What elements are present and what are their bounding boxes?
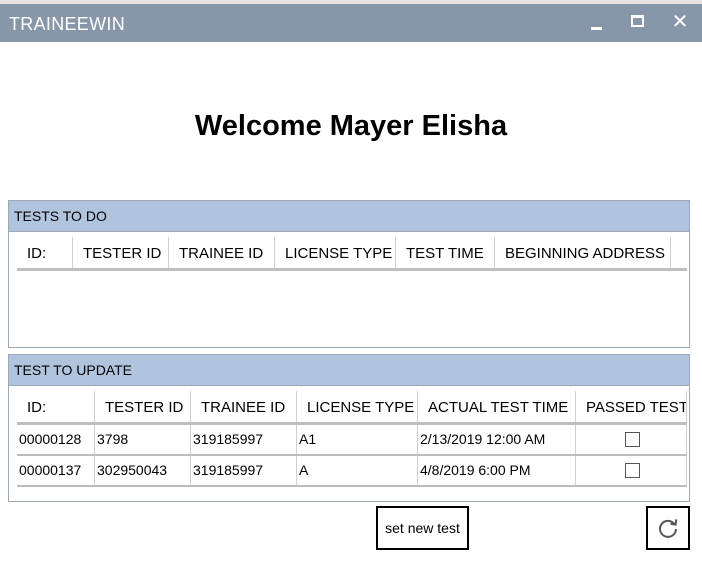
cell-license-type: A1	[297, 425, 418, 454]
table-row[interactable]: 00000128 3798 319185997 A1 2/13/2019 12:…	[17, 425, 687, 456]
passed-test-checkbox[interactable]	[624, 432, 640, 447]
tests-to-do-grid[interactable]: ID: TESTER ID TRAINEE ID LICENSE TYPE TE…	[17, 237, 687, 337]
tests-to-do-header: TESTS TO DO	[9, 201, 689, 232]
minimize-button[interactable]	[576, 4, 616, 42]
close-icon: ✕	[671, 9, 689, 33]
column-header-actual-test-time[interactable]: ACTUAL TEST TIME	[418, 391, 576, 422]
table-row[interactable]: 00000137 302950043 319185997 A 4/8/2019 …	[17, 456, 687, 487]
cell-license-type: A	[297, 456, 418, 485]
tests-to-do-panel: TESTS TO DO ID: TESTER ID TRAINEE ID LIC…	[8, 200, 690, 348]
column-header-id[interactable]: ID:	[17, 391, 95, 422]
maximize-icon	[630, 15, 644, 27]
cell-actual-test-time: 4/8/2019 6:00 PM	[418, 456, 576, 485]
maximize-button[interactable]	[617, 4, 657, 42]
test-to-update-header: TEST TO UPDATE	[9, 355, 689, 386]
cell-passed-test	[576, 425, 687, 454]
set-new-test-button[interactable]: set new test	[376, 506, 469, 550]
cell-id: 00000128	[17, 425, 95, 454]
column-header-tester-id[interactable]: TESTER ID	[73, 237, 169, 268]
cell-tester-id: 302950043	[95, 456, 191, 485]
title-bar: TRAINEEWIN ✕	[0, 4, 702, 42]
test-to-update-grid[interactable]: ID: TESTER ID TRAINEE ID LICENSE TYPE AC…	[17, 391, 687, 491]
column-header-passed-test[interactable]: PASSED TEST	[576, 391, 687, 422]
test-to-update-panel: TEST TO UPDATE ID: TESTER ID TRAINEE ID …	[8, 354, 690, 502]
test-to-update-column-headers: ID: TESTER ID TRAINEE ID LICENSE TYPE AC…	[17, 391, 687, 425]
close-button[interactable]: ✕	[660, 4, 700, 42]
column-header-license-type[interactable]: LICENSE TYPE	[275, 237, 396, 268]
column-header-license-type[interactable]: LICENSE TYPE	[297, 391, 418, 422]
cell-id: 00000137	[17, 456, 95, 485]
column-header-id[interactable]: ID:	[17, 237, 73, 268]
refresh-icon	[659, 519, 678, 538]
cell-passed-test	[576, 456, 687, 485]
cell-trainee-id: 319185997	[191, 425, 297, 454]
refresh-button[interactable]	[646, 506, 690, 550]
cell-trainee-id: 319185997	[191, 456, 297, 485]
column-header-trainee-id[interactable]: TRAINEE ID	[191, 391, 297, 422]
cell-tester-id: 3798	[95, 425, 191, 454]
column-header-tester-id[interactable]: TESTER ID	[95, 391, 191, 422]
cell-actual-test-time: 2/13/2019 12:00 AM	[418, 425, 576, 454]
window-title: TRAINEEWIN	[9, 14, 126, 34]
column-header-beginning-address[interactable]: BEGINNING ADDRESS	[495, 237, 671, 268]
column-header-test-time[interactable]: TEST TIME	[396, 237, 495, 268]
column-header-trainee-id[interactable]: TRAINEE ID	[169, 237, 275, 268]
minimize-icon	[590, 26, 602, 30]
tests-to-do-column-headers: ID: TESTER ID TRAINEE ID LICENSE TYPE TE…	[17, 237, 687, 271]
welcome-heading: Welcome Mayer Elisha	[194, 110, 508, 142]
passed-test-checkbox[interactable]	[624, 463, 640, 478]
